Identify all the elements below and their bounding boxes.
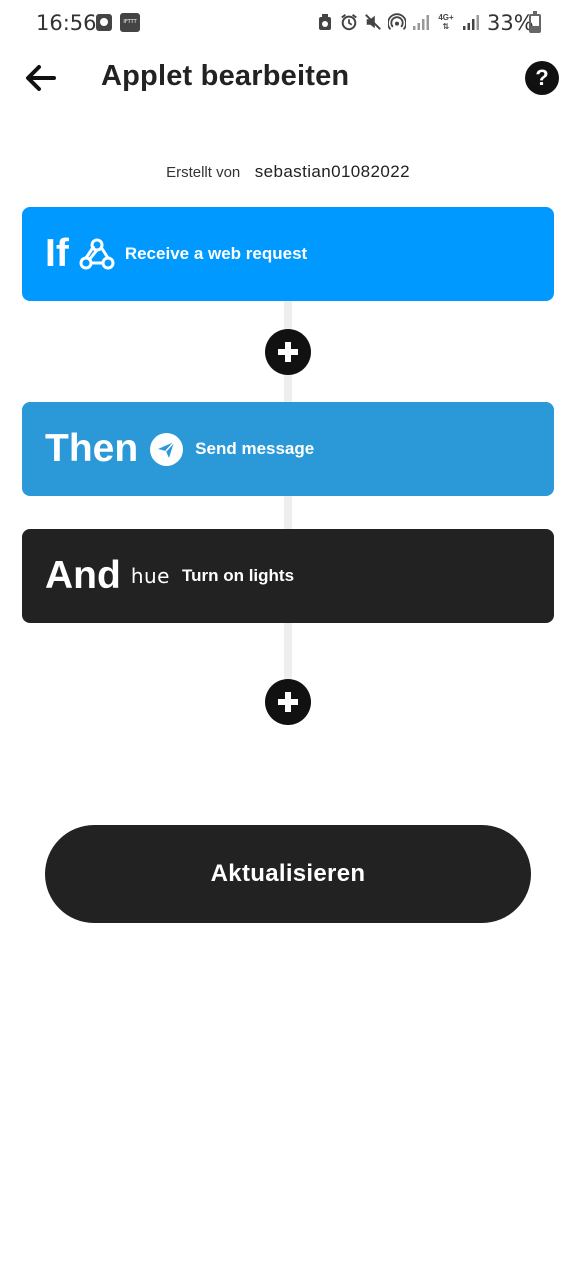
then-keyword: Then: [45, 427, 139, 470]
hue-logo: hue: [130, 564, 170, 588]
clock-app-icon: [96, 14, 112, 31]
plus-icon: [278, 692, 298, 712]
battery-percent: 33%: [487, 11, 534, 35]
status-bar: 16:56 IFTTT 4G+ ⇅ 33%: [0, 0, 576, 48]
add-step-button[interactable]: [265, 329, 311, 375]
webhooks-icon: [79, 237, 115, 271]
signal-icon: [412, 12, 430, 32]
plus-icon: [278, 342, 298, 362]
help-button[interactable]: ?: [525, 61, 559, 95]
creator-line: Erstellt von sebastian01082022: [0, 162, 576, 182]
ifttt-app-icon: IFTTT: [120, 13, 140, 32]
status-time: 16:56: [36, 11, 97, 35]
arrow-left-icon: [26, 65, 56, 91]
action-card-then[interactable]: Then Send message: [22, 402, 554, 496]
if-keyword: If: [45, 232, 69, 275]
signal-4g-icon: [462, 12, 480, 32]
telegram-icon: [150, 432, 184, 466]
battery-level: [531, 26, 539, 31]
hotspot-icon: [388, 12, 406, 32]
if-action: Receive a web request: [124, 244, 308, 263]
action-card-and[interactable]: And hue Turn on lights: [22, 529, 554, 623]
update-button[interactable]: Aktualisieren: [45, 825, 531, 923]
alarm-icon: [340, 12, 358, 32]
then-action: Send message: [195, 439, 315, 458]
and-keyword: And: [45, 554, 121, 597]
back-button[interactable]: [22, 60, 58, 96]
creator-label: Erstellt von: [166, 164, 241, 181]
battery-icon: [529, 11, 541, 33]
mute-icon: [364, 12, 382, 32]
page-title: Applet bearbeiten: [101, 60, 350, 92]
creator-name[interactable]: sebastian01082022: [255, 162, 410, 181]
and-action: Turn on lights: [181, 566, 295, 585]
trigger-card-if[interactable]: If Receive a web request: [22, 207, 554, 301]
network-type-label: 4G+ ⇅: [438, 13, 454, 31]
connector-line: [284, 496, 292, 530]
status-icons: 4G+ ⇅: [316, 12, 480, 32]
recycle-icon: [316, 12, 334, 32]
updown-arrows-icon: ⇅: [442, 22, 450, 31]
add-step-button[interactable]: [265, 679, 311, 725]
